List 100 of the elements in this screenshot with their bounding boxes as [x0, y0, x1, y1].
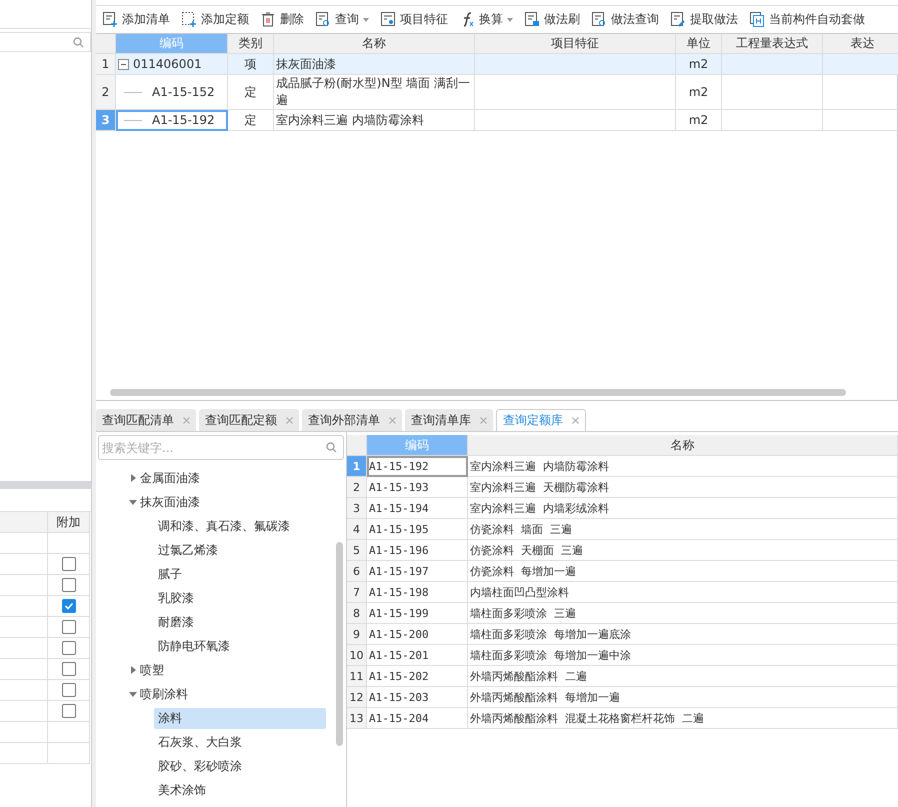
checkbox[interactable] [62, 704, 76, 718]
table-cell: 仿瓷涂料 墙面 三遍 [468, 519, 898, 540]
table-cell: 墙柱面多彩喷涂 每增加一遍底涂 [468, 624, 898, 645]
cell-text: A1-15-192 [152, 113, 215, 127]
toolbar-button[interactable]: 换算 [459, 11, 513, 28]
column-header: 附加 [48, 512, 90, 533]
table-cell: 外墙丙烯酸酯涂料 混凝土花格窗栏杆花饰 二遍 [468, 708, 898, 729]
table-cell: 仿瓷涂料 天棚面 三遍 [468, 540, 898, 561]
toolbar-button[interactable]: 当前构件自动套做 [749, 11, 865, 28]
tree-item[interactable]: 涂料 [154, 708, 326, 728]
close-icon[interactable] [286, 416, 293, 424]
close-icon[interactable] [183, 416, 190, 424]
checkbox[interactable] [62, 599, 76, 613]
table-cell: A1-15-201 [367, 645, 468, 666]
tab[interactable]: 查询匹配清单 [96, 409, 196, 431]
tree-item[interactable]: 乳胶漆 [154, 588, 326, 608]
search-field[interactable]: 搜索关键字... [98, 435, 344, 460]
table-cell [0, 743, 48, 764]
table-cell: A1-15-194 [367, 498, 468, 519]
tree-item[interactable]: 调和漆、真石漆、氟碳漆 [154, 516, 326, 536]
table-cell [0, 722, 48, 743]
column-header: 类别 [228, 34, 274, 54]
table-cell: A1-15-197 [367, 561, 468, 582]
checkbox[interactable] [62, 557, 76, 571]
column-header: 项目特征 [475, 34, 676, 54]
row-number: 6 [347, 561, 367, 582]
document-search-icon [591, 11, 607, 28]
row-number: 9 [347, 624, 367, 645]
column-header [96, 34, 116, 54]
expand-arrow-icon [129, 666, 137, 674]
table-cell: A1-15-204 [367, 708, 468, 729]
table-cell: A1-15-192 [367, 456, 468, 477]
tree-item[interactable]: 防静电环氧漆 [154, 636, 326, 656]
row-number: 4 [347, 519, 367, 540]
toolbar-button[interactable]: 添加清单 [102, 11, 170, 28]
collapse-icon[interactable] [118, 58, 129, 70]
toolbar-button[interactable]: 查询 [315, 11, 369, 28]
column-header: 名称 [468, 435, 898, 456]
toolbar-button[interactable]: 提取做法 [670, 11, 738, 28]
search-icon [326, 442, 337, 453]
table-cell: 项 [228, 54, 274, 75]
table-cell: 外墙丙烯酸酯涂料 每增加一遍 [468, 687, 898, 708]
table-cell: 定 [228, 75, 274, 110]
tree-item[interactable]: 过氯乙烯漆 [154, 540, 326, 560]
tree-node[interactable]: 喷塑 [96, 659, 164, 681]
table-cell: A1-15-195 [367, 519, 468, 540]
tree-node[interactable]: 金属面油漆 [96, 467, 200, 489]
close-icon[interactable] [389, 416, 396, 424]
column-header: 单位 [676, 34, 722, 54]
tab[interactable]: 查询外部清单 [302, 409, 402, 431]
row-number: 3 [347, 498, 367, 519]
caret-icon [507, 18, 513, 22]
tree-item[interactable]: 胶砂、彩砂喷涂 [154, 756, 326, 776]
cell-text: A1-15-152 [152, 85, 215, 99]
document-h-icon [749, 11, 765, 28]
table-cell: 室内涂料三遍 内墙防霉涂料 [274, 110, 475, 131]
table-cell: m2 [676, 54, 722, 75]
document-brush-icon [524, 11, 540, 28]
tab[interactable]: 查询清单库 [405, 409, 493, 431]
document-search-icon [315, 11, 331, 28]
row-number: 1 [347, 456, 367, 477]
checkbox[interactable] [62, 620, 76, 634]
column-header: 表达 [823, 34, 898, 54]
toolbar-button[interactable]: 删除 [260, 11, 304, 28]
close-icon[interactable] [480, 416, 487, 424]
tab[interactable]: 查询定额库 [496, 409, 586, 431]
vertical-scrollbar[interactable] [336, 542, 343, 746]
cell-text: 011406001 [133, 57, 202, 71]
tree-item[interactable]: 美术涂饰 [154, 780, 326, 800]
checkbox[interactable] [62, 578, 76, 592]
checkbox[interactable] [62, 641, 76, 655]
collapse-arrow-icon [129, 498, 137, 506]
table-cell: A1-15-202 [367, 666, 468, 687]
dotted-plus-icon [181, 11, 197, 28]
caret-icon [363, 18, 369, 22]
checkbox[interactable] [62, 662, 76, 676]
column-header: 工程量表达式 [722, 34, 823, 54]
toolbar-button[interactable]: 项目特征 [380, 11, 448, 28]
horizontal-scrollbar[interactable] [110, 389, 846, 396]
table-cell: 外墙丙烯酸酯涂料 二遍 [468, 666, 898, 687]
row-number: 7 [347, 582, 367, 603]
table-cell: 抹灰面油漆 [274, 54, 475, 75]
tree-item[interactable]: 石灰浆、大白浆 [154, 732, 326, 752]
search-field[interactable] [0, 32, 91, 52]
row-number: 2 [96, 75, 116, 110]
tree-item[interactable]: 耐磨漆 [154, 612, 326, 632]
toolbar-button[interactable]: 做法刷 [524, 11, 580, 28]
checkbox[interactable] [62, 683, 76, 697]
close-icon[interactable] [572, 417, 579, 424]
tab[interactable]: 查询匹配定额 [199, 409, 299, 431]
expand-arrow-icon [129, 474, 137, 482]
table-cell: 墙柱面多彩喷涂 三遍 [468, 603, 898, 624]
tree-node[interactable]: 抹灰面油漆 [96, 491, 200, 513]
row-number: 8 [347, 603, 367, 624]
tree-node[interactable]: 喷刷涂料 [96, 683, 188, 705]
toolbar-button[interactable]: 添加定额 [181, 11, 249, 28]
column-header: 编码 [116, 34, 228, 54]
toolbar-button[interactable]: 做法查询 [591, 11, 659, 28]
tree-item[interactable]: 腻子 [154, 564, 326, 584]
table-cell: 内墙柱面凹凸型涂料 [468, 582, 898, 603]
